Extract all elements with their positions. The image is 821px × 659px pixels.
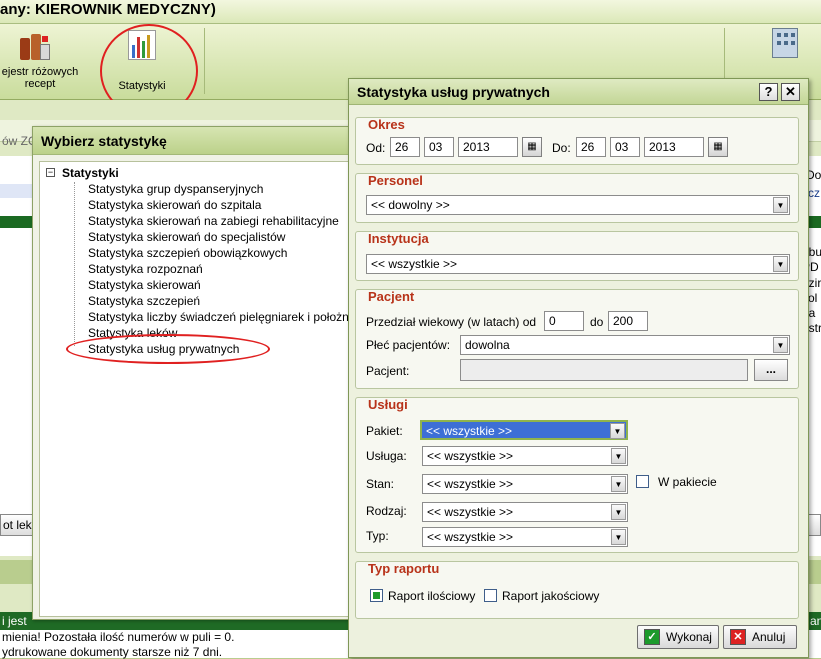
chevron-down-icon: ▼	[611, 476, 626, 492]
toolbar-separator	[204, 28, 205, 94]
sex-label: Płeć pacjentów:	[366, 338, 451, 352]
tree-collapse-icon[interactable]: −	[46, 168, 55, 177]
chevron-down-icon: ▼	[611, 448, 626, 464]
cancel-button[interactable]: ✕ Anuluj	[723, 625, 797, 649]
age-from-field[interactable]: 0	[544, 311, 584, 331]
tree-item[interactable]: Statystyka skierowań	[88, 278, 201, 292]
patient-field[interactable]	[460, 359, 748, 381]
tree-item[interactable]: Statystyka grup dyspanseryjnych	[88, 182, 263, 196]
execute-icon: ✓	[644, 629, 660, 645]
tree-item[interactable]: Statystyka skierowań do specjalistów	[88, 230, 285, 244]
to-year-field[interactable]: 2013	[644, 137, 704, 157]
tree-item[interactable]: Statystyka liczby świadczeń pielęgniarek…	[88, 310, 358, 324]
chevron-down-icon: ▼	[611, 504, 626, 520]
raport-jakosciowy-checkbox[interactable]	[484, 589, 497, 602]
pakiet-label: Pakiet:	[366, 424, 403, 438]
age-range-label: Przedział wiekowy (w latach) od	[366, 315, 537, 329]
raport-ilosciowy-label: Raport ilościowy	[388, 589, 476, 603]
typ-raportu-title: Typ raportu	[368, 561, 440, 576]
typ-select[interactable]: << wszystkie >> ▼	[422, 527, 628, 547]
chevron-down-icon: ▼	[773, 256, 788, 272]
to-month-field[interactable]: 03	[610, 137, 640, 157]
app-title-bar: any: KIEROWNIK MEDYCZNY)	[0, 0, 821, 24]
rodzaj-label: Rodzaj:	[366, 504, 407, 518]
from-day-field[interactable]: 26	[390, 137, 420, 157]
highlight-ellipse	[66, 334, 270, 364]
rodzaj-select[interactable]: << wszystkie >> ▼	[422, 502, 628, 522]
personel-group: Personel << dowolny >> ▼	[355, 173, 799, 223]
background-print-button[interactable]: ot leka	[0, 514, 36, 536]
raport-ilosciowy-checkbox[interactable]	[370, 589, 383, 602]
calendar-icon[interactable]: ▦	[522, 137, 542, 157]
chevron-down-icon: ▼	[773, 197, 788, 213]
cancel-icon: ✕	[730, 629, 746, 645]
usluga-select[interactable]: << wszystkie >> ▼	[422, 446, 628, 466]
w-pakiecie-label: W pakiecie	[658, 475, 717, 489]
personel-select[interactable]: << dowolny >> ▼	[366, 195, 790, 215]
tree-item[interactable]: Statystyka rozpoznań	[88, 262, 203, 276]
tree-item[interactable]: Statystyka skierowań do szpitala	[88, 198, 261, 212]
registry-button[interactable]: ejestr różowych recept	[0, 28, 80, 92]
pacjent-title: Pacjent	[368, 289, 415, 304]
chevron-down-icon: ▼	[773, 337, 788, 353]
dialog-title: Statystyka usług prywatnych	[349, 79, 808, 105]
chevron-down-icon: ▼	[610, 423, 625, 439]
okres-title: Okres	[368, 117, 405, 132]
pacjent-group: Pacjent Przedział wiekowy (w latach) od …	[355, 289, 799, 389]
help-button[interactable]: ?	[759, 83, 778, 101]
instytucja-title: Instytucja	[368, 231, 429, 246]
execute-button[interactable]: ✓ Wykonaj	[637, 625, 719, 649]
tree-item[interactable]: Statystyka skierowań na zabiegi rehabili…	[88, 214, 339, 228]
w-pakiecie-checkbox[interactable]	[636, 475, 649, 488]
tree-item[interactable]: Statystyka szczepień obowiązkowych	[88, 246, 287, 260]
patient-browse-button[interactable]: ...	[754, 359, 788, 381]
instytucja-select[interactable]: << wszystkie >> ▼	[366, 254, 790, 274]
statistics-tree: − Statystyki Statystyka grup dyspanseryj…	[39, 161, 361, 617]
statistic-chooser-dialog: Wybierz statystykę − Statystyki Statysty…	[32, 126, 362, 620]
status-left: i jest	[2, 614, 27, 628]
typ-label: Typ:	[366, 529, 389, 543]
instytucja-group: Instytucja << wszystkie >> ▼	[355, 231, 799, 281]
age-to-label: do	[590, 315, 604, 329]
medicine-bottles-icon	[18, 30, 50, 62]
from-month-field[interactable]: 03	[424, 137, 454, 157]
tree-root: Statystyki	[62, 166, 119, 180]
building-icon[interactable]	[772, 28, 798, 58]
uslugi-group: Usługi Pakiet: << wszystkie >> ▼ Usługa:…	[355, 397, 799, 553]
app-title: any: KIEROWNIK MEDYCZNY)	[0, 1, 216, 18]
chevron-down-icon: ▼	[611, 529, 626, 545]
patient-label: Pacjent:	[366, 364, 410, 378]
message-line: ydrukowane dokumenty starsze niż 7 dni.	[2, 645, 223, 659]
sex-select[interactable]: dowolna ▼	[460, 335, 790, 355]
private-services-dialog: Statystyka usług prywatnych ? ✕ Okres Od…	[348, 78, 809, 658]
stan-label: Stan:	[366, 477, 395, 491]
to-label: Do:	[552, 141, 571, 155]
close-button[interactable]: ✕	[781, 83, 800, 101]
status-right: anie	[810, 614, 821, 628]
okres-group: Okres Od: 26 03 2013 ▦ Do: 26 03 2013 ▦	[355, 117, 799, 165]
from-label: Od:	[366, 141, 386, 155]
typ-raportu-group: Typ raportu Raport ilościowy Raport jako…	[355, 561, 799, 619]
message-line: mienia! Pozostała ilość numerów w puli =…	[2, 630, 235, 644]
age-to-field[interactable]: 200	[608, 311, 648, 331]
pakiet-select[interactable]: << wszystkie >> ▼	[420, 420, 628, 440]
chooser-title: Wybierz statystykę	[33, 127, 361, 155]
calendar-icon[interactable]: ▦	[708, 137, 728, 157]
registry-label: ejestr różowych recept	[1, 66, 79, 90]
to-day-field[interactable]: 26	[576, 137, 606, 157]
stan-select[interactable]: << wszystkie >> ▼	[422, 474, 628, 494]
personel-title: Personel	[368, 173, 423, 188]
usluga-label: Usługa:	[366, 449, 407, 463]
raport-jakosciowy-label: Raport jakościowy	[502, 589, 600, 603]
tree-item[interactable]: Statystyka szczepień	[88, 294, 200, 308]
uslugi-title: Usługi	[368, 397, 408, 412]
from-year-field[interactable]: 2013	[458, 137, 518, 157]
